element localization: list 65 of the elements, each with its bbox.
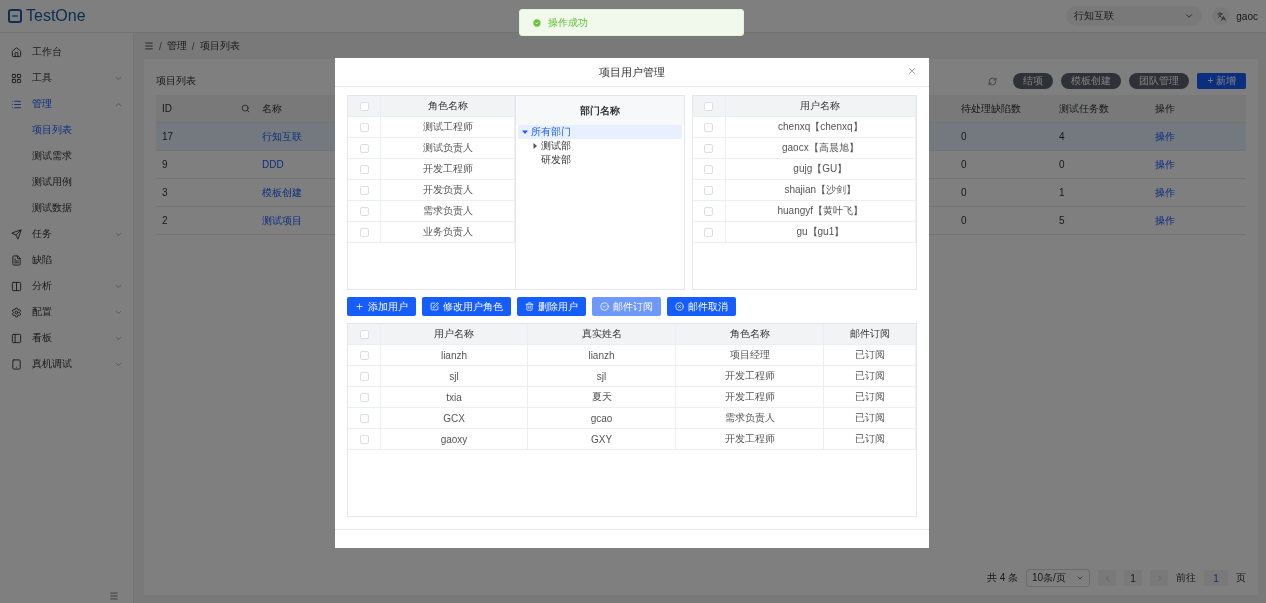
table-cell: 5 (1059, 215, 1065, 226)
column-header: 名称 (262, 101, 282, 116)
table-cell: 测试负责人 (381, 138, 516, 158)
dialog-title: 项目用户管理 (599, 64, 665, 80)
table-cell: gujg【GU】 (725, 159, 916, 179)
table-cell: 0 (961, 131, 967, 142)
table-cell: gu【gu1】 (725, 222, 916, 242)
breadcrumb-separator: / (159, 40, 162, 52)
table-cell: 4 (1059, 131, 1065, 142)
column-header: 用户名称 (725, 96, 916, 116)
total-count: 共 4 条 (986, 571, 1018, 585)
table-cell: 17 (162, 131, 174, 142)
table-cell: gaoxy (381, 429, 528, 449)
table-cell: 需求负责人 (676, 408, 824, 428)
column-header: 测试任务数 (1059, 101, 1109, 116)
table-cell: 已订阅 (824, 366, 916, 386)
table-cell: 开发工程师 (676, 366, 824, 386)
toast-message: 操作成功 (548, 15, 588, 30)
table-cell: 开发工程师 (676, 429, 824, 449)
goto-suffix: 页 (1236, 571, 1246, 585)
table-cell: txia (381, 387, 528, 407)
table-cell: 3 (162, 187, 168, 198)
table-cell: lianzh (381, 345, 528, 365)
table-cell: 已订阅 (824, 387, 916, 407)
table-cell: 开发负责人 (381, 180, 516, 200)
goto-label: 前往 (1176, 571, 1196, 585)
column-header: 角色名称 (381, 96, 516, 116)
column-header: 邮件订阅 (824, 324, 916, 344)
table-cell: 测试工程师 (381, 117, 516, 137)
table-cell: 需求负责人 (381, 201, 516, 221)
table-cell: GXY (528, 429, 676, 449)
table-cell: lianzh (528, 345, 676, 365)
table-cell: 已订阅 (824, 345, 916, 365)
column-header: 用户名称 (381, 324, 528, 344)
table-cell: 业务负责人 (381, 222, 516, 242)
table-cell: 1 (1059, 187, 1065, 198)
card-title: 项目列表 (156, 74, 196, 88)
table-cell: 开发工程师 (381, 159, 516, 179)
table-cell: gcao (528, 408, 676, 428)
logo-text: TestOne (26, 7, 86, 25)
table-cell: GCX (381, 408, 528, 428)
column-header: 部门名称 (516, 96, 684, 125)
table-cell: 2 (162, 215, 168, 226)
table-cell: 9 (162, 159, 168, 170)
table-cell: 0 (961, 159, 967, 170)
table-cell: sjl (528, 366, 676, 386)
table-cell: 0 (961, 215, 967, 226)
table-cell: 0 (961, 187, 967, 198)
table-cell: shajian【沙剑】 (725, 180, 916, 200)
table-cell: chenxq【chenxq】 (725, 117, 916, 137)
table-cell: sjl (381, 366, 528, 386)
table-cell: 夏天 (528, 387, 676, 407)
column-header: 真实姓名 (528, 324, 676, 344)
table-cell: 开发工程师 (676, 387, 824, 407)
table-cell: huangyf【黄叶飞】 (725, 201, 916, 221)
table-cell: 已订阅 (824, 408, 916, 428)
column-header: 操作 (1155, 101, 1175, 116)
table-cell: 已订阅 (824, 429, 916, 449)
column-header: 角色名称 (676, 324, 824, 344)
column-header: 待处理缺陷数 (961, 101, 1021, 116)
table-cell: 项目经理 (676, 345, 824, 365)
table-cell: 0 (1059, 159, 1065, 170)
table-cell: gaocx【高晨旭】 (725, 138, 916, 158)
breadcrumb-separator: / (191, 40, 195, 52)
column-header: ID (162, 103, 172, 114)
